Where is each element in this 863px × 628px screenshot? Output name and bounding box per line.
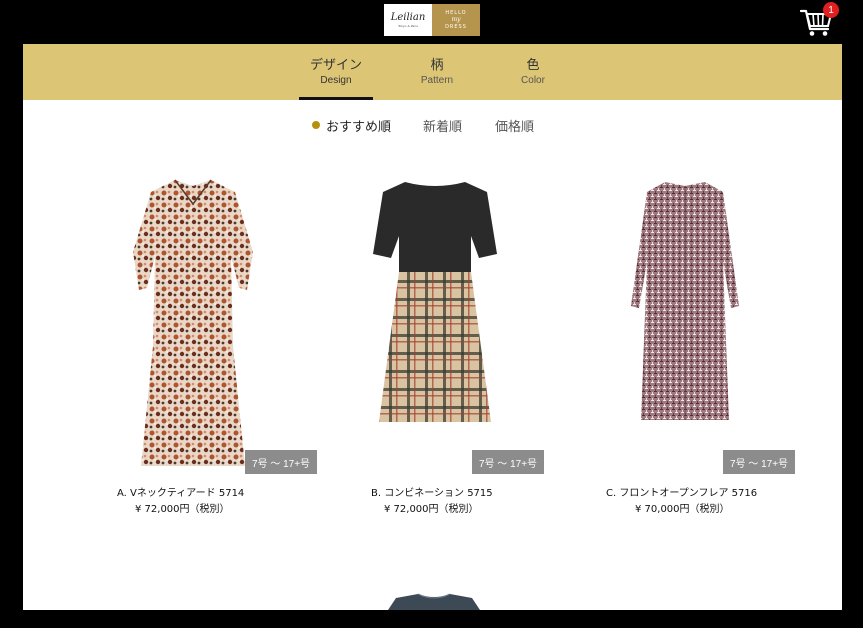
logo-left: Leilian Tokyo & Paris (384, 4, 432, 36)
product-image-combination-dress[interactable] (365, 166, 505, 476)
product-name[interactable]: C. フロントオープンフレア 5716 (606, 484, 757, 499)
size-range-badge: 7号 〜 17+号 (245, 450, 317, 474)
tab-design[interactable]: デザイン Design (299, 44, 373, 100)
tab-design-sublabel: Design (320, 75, 352, 87)
product-price: ¥ 72,000円（税別） (135, 504, 230, 515)
product-image-floral-dress[interactable] (113, 166, 273, 476)
selected-dot-icon (312, 121, 320, 129)
product-image-partial[interactable] (384, 592, 484, 610)
logo-right: HELLO my DRESS (432, 4, 480, 36)
sort-price[interactable]: 価格順 (495, 116, 535, 135)
tab-pattern-label: 柄 (430, 57, 444, 73)
category-tabs: デザイン Design 柄 Pattern 色 Color (23, 44, 842, 100)
top-bar: Leilian Tokyo & Paris HELLO my DRESS 1 (0, 0, 863, 44)
tab-color[interactable]: 色 Color (496, 44, 570, 100)
tab-color-label: 色 (526, 57, 540, 73)
product-card[interactable]: 7号 〜 17+号 C. フロントオープンフレア 5716 ¥ 70,000円（… (606, 166, 842, 526)
product-card[interactable]: 7号 〜 17+号 B. コンビネーション 5715 ¥ 72,000円（税別） (365, 166, 595, 526)
tab-color-sublabel: Color (521, 75, 545, 87)
sort-recommended[interactable]: おすすめ順 (312, 116, 392, 135)
tab-pattern[interactable]: 柄 Pattern (400, 44, 474, 100)
size-range-badge: 7号 〜 17+号 (723, 450, 795, 474)
product-image-tweed-dress[interactable] (615, 166, 755, 476)
product-price: ¥ 72,000円（税別） (384, 504, 479, 515)
tab-pattern-sublabel: Pattern (420, 75, 454, 87)
size-range-badge: 7号 〜 17+号 (472, 450, 544, 474)
cart-count-badge: 1 (823, 2, 839, 18)
logo-sub: Tokyo & Paris (398, 23, 418, 28)
brand-logo[interactable]: Leilian Tokyo & Paris HELLO my DRESS (384, 4, 480, 36)
logo-word-2: my (451, 16, 461, 24)
logo-brand: Leilian (390, 11, 426, 23)
sort-price-label: 価格順 (495, 119, 535, 135)
product-name[interactable]: A. Vネックティアード 5714 (117, 484, 244, 499)
sort-recommended-label: おすすめ順 (326, 119, 392, 135)
product-card[interactable]: 7号 〜 17+号 A. Vネックティアード 5714 ¥ 72,000円（税別… (113, 166, 343, 526)
product-price: ¥ 70,000円（税別） (635, 504, 730, 515)
main-panel: デザイン Design 柄 Pattern 色 Color おすすめ順 新着順 … (23, 44, 842, 610)
sort-newest-label: 新着順 (423, 119, 463, 135)
logo-word-3: DRESS (445, 23, 467, 30)
sort-newest[interactable]: 新着順 (423, 116, 463, 135)
product-name[interactable]: B. コンビネーション 5715 (371, 484, 493, 499)
tab-design-label: デザイン (309, 57, 362, 73)
